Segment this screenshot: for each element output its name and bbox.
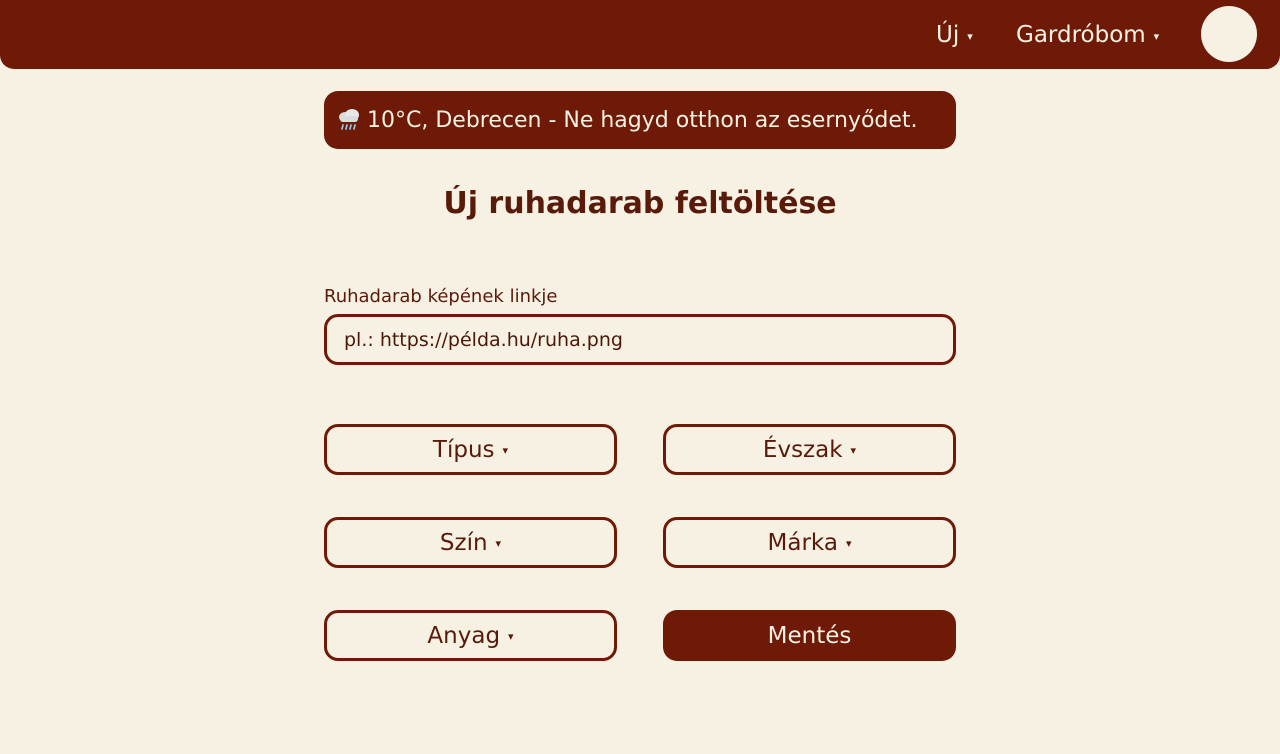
new-menu-label: Új bbox=[936, 22, 960, 48]
material-dropdown[interactable]: Anyag ▾ bbox=[324, 610, 617, 661]
chevron-down-icon: ▾ bbox=[845, 537, 852, 550]
weather-banner: 10°C, Debrecen - Ne hagyd otthon az eser… bbox=[324, 91, 956, 149]
brand-dropdown-label: Márka bbox=[767, 529, 838, 556]
save-button[interactable]: Mentés bbox=[663, 610, 956, 661]
page: Új ▾ Gardróbom ▾ 10°C, Debrecen - Ne hag… bbox=[0, 0, 1280, 754]
wardrobe-menu[interactable]: Gardróbom ▾ bbox=[1016, 18, 1159, 52]
season-dropdown[interactable]: Évszak ▾ bbox=[663, 424, 956, 475]
type-dropdown-label: Típus bbox=[432, 436, 495, 463]
page-title: Új ruhadarab feltöltése bbox=[443, 186, 837, 221]
image-link-input[interactable] bbox=[324, 314, 956, 365]
season-dropdown-label: Évszak bbox=[762, 436, 843, 463]
chevron-down-icon: ▾ bbox=[967, 29, 973, 43]
wardrobe-menu-label: Gardróbom bbox=[1016, 22, 1146, 48]
image-link-label: Ruhadarab képének linkje bbox=[324, 286, 558, 307]
top-navigation-bar: Új ▾ Gardróbom ▾ bbox=[0, 0, 1280, 69]
chevron-down-icon: ▾ bbox=[1153, 29, 1160, 43]
new-menu[interactable]: Új ▾ bbox=[936, 18, 973, 52]
material-dropdown-label: Anyag bbox=[427, 622, 501, 649]
chevron-down-icon: ▾ bbox=[495, 537, 502, 550]
avatar[interactable] bbox=[1201, 6, 1257, 62]
rain-cloud-icon bbox=[336, 106, 362, 132]
brand-dropdown[interactable]: Márka ▾ bbox=[663, 517, 956, 568]
chevron-down-icon: ▾ bbox=[502, 444, 509, 457]
color-dropdown-label: Szín bbox=[439, 529, 488, 556]
chevron-down-icon: ▾ bbox=[850, 444, 857, 457]
type-dropdown[interactable]: Típus ▾ bbox=[324, 424, 617, 475]
weather-text: 10°C, Debrecen - Ne hagyd otthon az eser… bbox=[367, 107, 918, 133]
chevron-down-icon: ▾ bbox=[508, 630, 514, 643]
color-dropdown[interactable]: Szín ▾ bbox=[324, 517, 617, 568]
